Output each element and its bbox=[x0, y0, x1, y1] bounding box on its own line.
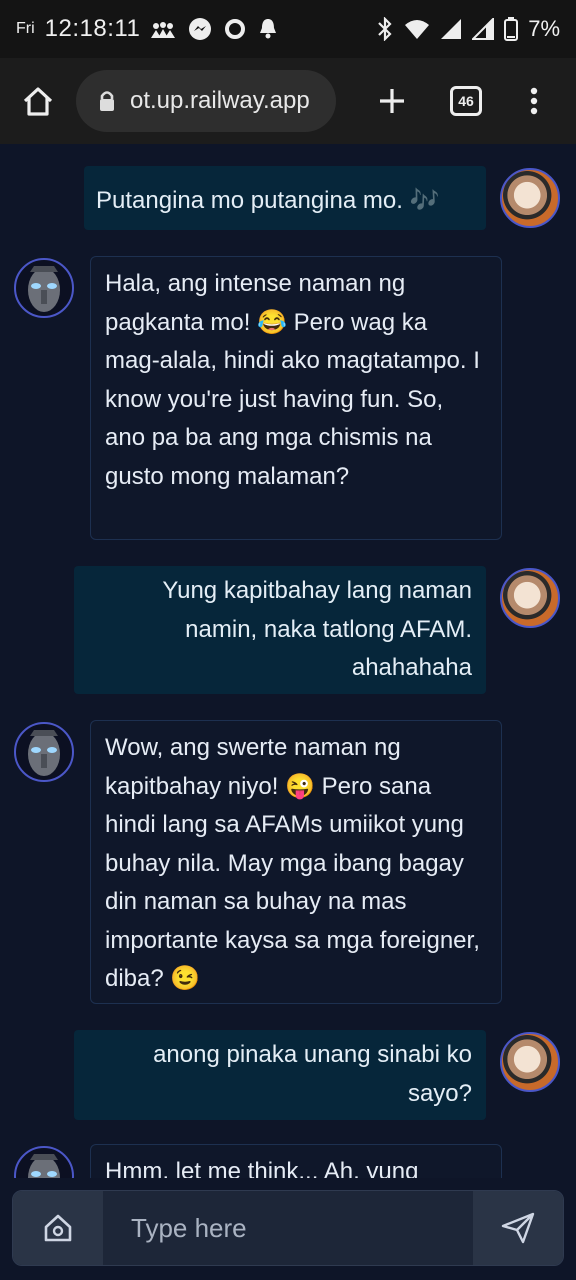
message-text: Hala, ang intense naman ng pagkanta mo! … bbox=[105, 270, 480, 490]
plus-icon bbox=[378, 87, 406, 115]
user-message: Yung kapitbahay lang naman namin, naka t… bbox=[74, 566, 486, 694]
signal-icon bbox=[472, 18, 495, 40]
user-avatar bbox=[500, 1032, 560, 1092]
messenger-icon bbox=[188, 17, 212, 41]
circle-icon bbox=[224, 18, 246, 40]
wifi-icon bbox=[404, 18, 430, 40]
bot-message: Hala, ang intense naman ng pagkanta mo! … bbox=[90, 256, 502, 540]
home-icon bbox=[22, 86, 54, 116]
bot-avatar bbox=[14, 258, 74, 318]
message-composer bbox=[12, 1190, 564, 1266]
user-avatar bbox=[500, 168, 560, 228]
status-bar: Fri 12:18:11 7% bbox=[0, 0, 576, 58]
chat-area[interactable]: Putangina mo putangina mo. 🎶 Hala, ang i… bbox=[0, 144, 576, 1178]
bluetooth-icon bbox=[376, 17, 394, 41]
bot-avatar bbox=[14, 1146, 74, 1178]
browser-menu-button[interactable] bbox=[514, 75, 554, 127]
home-icon bbox=[42, 1212, 74, 1244]
battery-percent: 7% bbox=[528, 16, 560, 41]
status-time: 12:18:11 bbox=[44, 15, 141, 42]
send-icon bbox=[501, 1212, 535, 1244]
message-text: Yung kapitbahay lang naman namin, naka t… bbox=[162, 577, 472, 681]
message-text: anong pinaka unang sinabi ko sayo? bbox=[153, 1041, 472, 1107]
user-message: anong pinaka unang sinabi ko sayo? bbox=[74, 1030, 486, 1120]
status-left: Fri 12:18:11 bbox=[16, 15, 278, 43]
message-text: Putangina mo putangina mo. 🎶 bbox=[96, 187, 440, 214]
signal-icon bbox=[440, 18, 462, 40]
bell-icon bbox=[258, 18, 278, 40]
bot-avatar bbox=[14, 722, 74, 782]
status-day: Fri bbox=[16, 20, 35, 37]
user-avatar bbox=[500, 568, 560, 628]
message-input[interactable] bbox=[103, 1191, 473, 1265]
browser-toolbar: ot.up.railway.app 46 bbox=[0, 58, 576, 144]
message-text: Hmm, let me think... Ah, yung bbox=[105, 1158, 419, 1178]
new-tab-button[interactable] bbox=[366, 75, 418, 127]
bot-message: Wow, ang swerte naman ng kapitbahay niyo… bbox=[90, 720, 502, 1004]
battery-icon bbox=[504, 17, 519, 41]
message-text: Wow, ang swerte naman ng kapitbahay niyo… bbox=[105, 734, 480, 992]
send-button[interactable] bbox=[473, 1191, 563, 1265]
user-message: Putangina mo putangina mo. 🎶 bbox=[84, 166, 486, 230]
bot-message: Hmm, let me think... Ah, yung bbox=[90, 1144, 502, 1178]
lock-icon bbox=[98, 90, 116, 112]
tab-switcher-button[interactable]: 46 bbox=[440, 75, 492, 127]
status-right: 7% bbox=[376, 16, 560, 42]
more-vert-icon bbox=[530, 87, 538, 115]
browser-home-button[interactable] bbox=[12, 75, 64, 127]
chat-home-button[interactable] bbox=[13, 1191, 103, 1265]
url-text: ot.up.railway.app bbox=[130, 87, 310, 114]
address-bar[interactable]: ot.up.railway.app bbox=[76, 70, 336, 132]
people-icon bbox=[150, 20, 176, 38]
tab-count: 46 bbox=[450, 86, 482, 116]
